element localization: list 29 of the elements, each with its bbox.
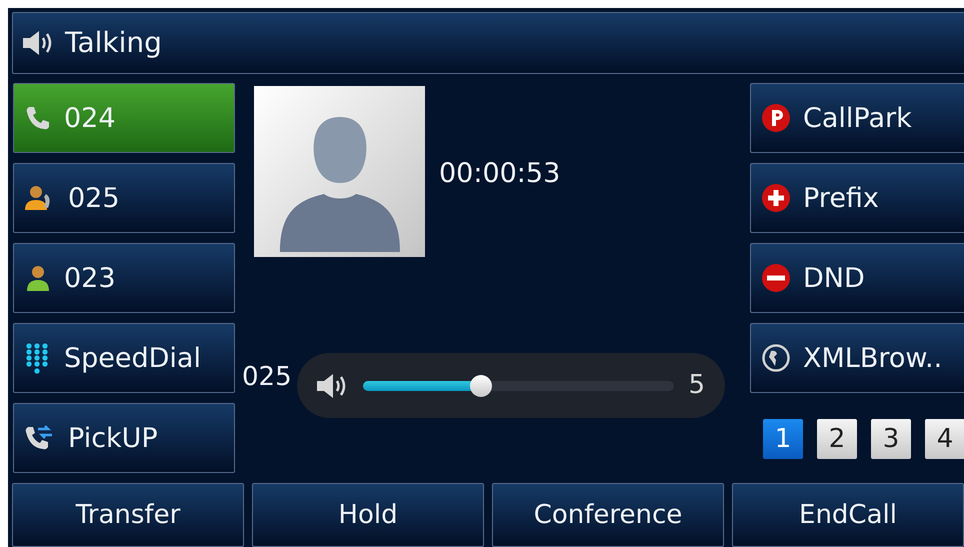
softkey[interactable]: Transfer bbox=[12, 483, 244, 547]
function-key[interactable]: XMLBrow.. bbox=[750, 323, 964, 393]
plus-icon bbox=[761, 183, 791, 213]
phone-icon bbox=[24, 104, 52, 132]
caller-number: 025 bbox=[242, 361, 292, 394]
letter-p-icon bbox=[761, 103, 791, 133]
softkey[interactable]: Hold bbox=[252, 483, 484, 547]
page-tab[interactable]: 1 bbox=[763, 419, 803, 459]
call-status: Talking bbox=[65, 25, 162, 61]
line-key[interactable]: 023 bbox=[13, 243, 235, 313]
softkey[interactable]: EndCall bbox=[732, 483, 964, 547]
slider-thumb[interactable] bbox=[470, 374, 492, 396]
page-tab[interactable]: 2 bbox=[817, 419, 857, 459]
line-key[interactable]: 025 bbox=[13, 163, 235, 233]
call-duration: 00:00:53 bbox=[439, 157, 560, 191]
globe-icon bbox=[761, 343, 791, 373]
minus-icon bbox=[761, 263, 791, 293]
line-key[interactable]: SpeedDial bbox=[13, 323, 235, 393]
person-icon bbox=[24, 264, 52, 292]
function-key[interactable]: CallPark bbox=[750, 83, 964, 153]
softkey[interactable]: Conference bbox=[492, 483, 724, 547]
volume-reading: 5 bbox=[688, 369, 705, 402]
volume-slider[interactable] bbox=[363, 374, 674, 396]
line-key[interactable]: 024 bbox=[13, 83, 235, 153]
function-key[interactable]: Prefix bbox=[750, 163, 964, 233]
line-key[interactable]: PickUP bbox=[13, 403, 235, 473]
page-tab[interactable]: 4 bbox=[925, 419, 964, 459]
function-key[interactable]: DND bbox=[750, 243, 964, 313]
page-tab[interactable]: 3 bbox=[871, 419, 911, 459]
